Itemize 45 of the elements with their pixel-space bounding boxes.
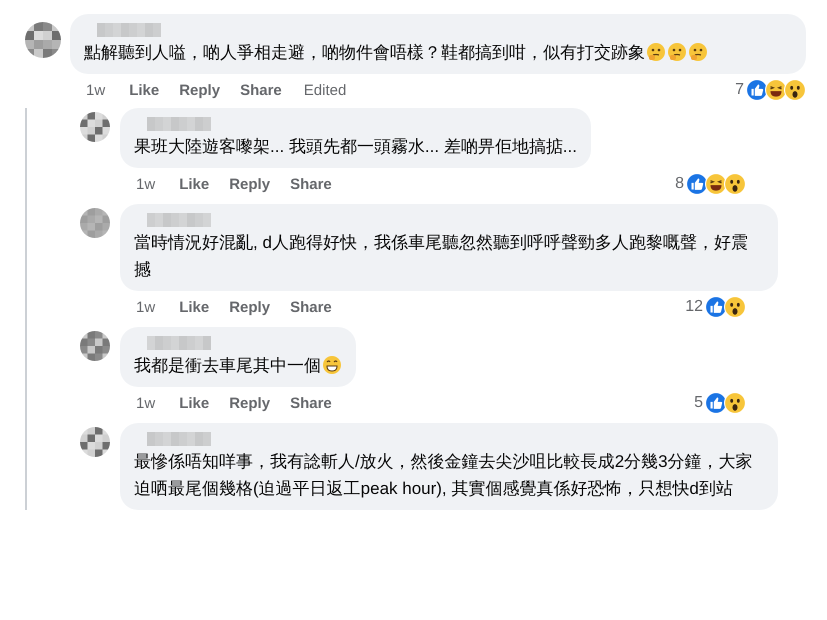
action-link[interactable]: Like (179, 298, 210, 316)
action-link[interactable]: Like (179, 176, 210, 192)
action-link[interactable]: Like (129, 82, 160, 98)
timestamp[interactable]: 1w (136, 298, 156, 316)
reaction-count[interactable]: 5 (694, 394, 703, 412)
action-link[interactable]: Like (179, 394, 210, 412)
comment-text: 最慘係唔知咩事，我有諗斬人/放火，然後金鐘去尖沙咀比較長成2分幾3分鐘，大家迫哂最尾個幾格(迫過平日返工peak hour), 其實個感覺真係好恐怖，只想快d到站 (134, 452, 753, 498)
action-link[interactable]: Share (290, 298, 332, 316)
like-icon (705, 392, 727, 414)
timestamp[interactable]: 1w (136, 176, 156, 192)
surprised-emoji-icon (724, 173, 746, 195)
comment-text: 點解聽到人嗌，啲人爭相走避，啲物件會唔樣？鞋都搞到咁，似有打交跡象 (84, 43, 645, 62)
surprised-emoji-icon (724, 392, 746, 414)
surprised-emoji-icon (724, 296, 746, 318)
avatar[interactable] (80, 208, 110, 238)
like-icon (705, 296, 727, 318)
avatar[interactable] (80, 112, 110, 142)
action-link[interactable]: Reply (229, 298, 270, 316)
avatar[interactable] (80, 427, 110, 457)
action-link[interactable]: Share (290, 394, 332, 412)
timestamp[interactable]: 1w (86, 82, 106, 98)
timestamp[interactable]: 1w (136, 394, 156, 412)
action-link[interactable]: Share (240, 82, 282, 98)
laughing-emoji-icon (765, 79, 787, 101)
avatar[interactable] (80, 331, 110, 361)
thinking-emoji-icon (667, 42, 687, 62)
like-icon (746, 79, 768, 101)
thinking-emoji-icon (688, 42, 708, 62)
thinking-emoji-icon (646, 42, 666, 62)
grin-emoji-icon (322, 355, 342, 375)
action-link[interactable]: Share (290, 176, 332, 192)
comment-text: 果班大陸遊客嚟架... 我頭先都一頭霧水... 差啲畀佢地搞掂... (134, 137, 577, 156)
reaction-count[interactable]: 7 (735, 81, 744, 99)
comment-text: 當時情況好混亂, d人跑得好快，我係車尾聽忽然聽到呼呼聲勁多人跑黎嘅聲，好震撼 (134, 233, 748, 279)
comment-text: 我都是衝去車尾其中一個 (134, 356, 321, 375)
action-link[interactable]: Reply (179, 82, 220, 98)
action-link[interactable]: Reply (229, 176, 270, 192)
edited-label[interactable]: Edited (304, 82, 346, 98)
action-link[interactable]: Reply (229, 394, 270, 412)
reaction-count[interactable]: 12 (685, 298, 703, 316)
laughing-emoji-icon (705, 173, 727, 195)
reaction-count[interactable]: 8 (675, 175, 684, 193)
surprised-emoji-icon (784, 79, 806, 101)
avatar[interactable] (25, 22, 61, 58)
like-icon (686, 173, 708, 195)
